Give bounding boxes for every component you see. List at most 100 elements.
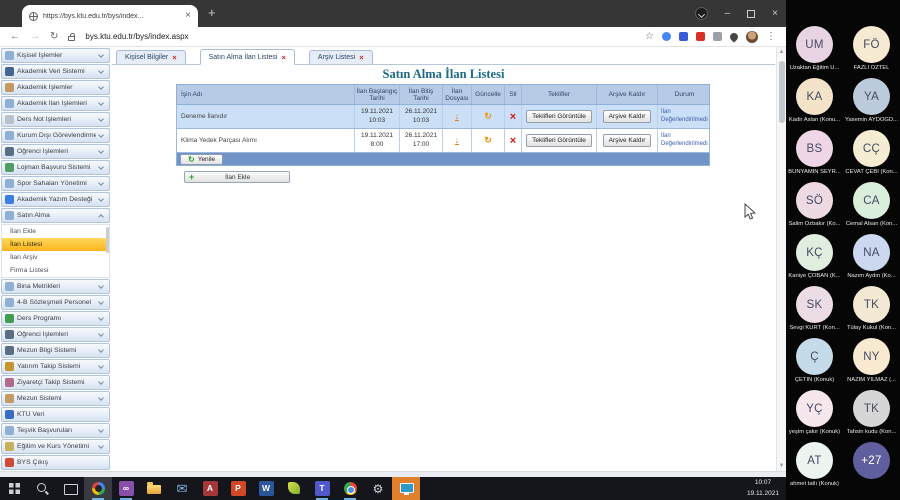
sidebar-submenu-item[interactable]: Firma Listesi — [2, 264, 109, 277]
participant-tile[interactable]: FÖ FAZLI ÖZTEL — [843, 26, 900, 78]
sidebar-menu-item[interactable]: Mezun Bilgi Sistemi — [1, 343, 110, 358]
start-button[interactable] — [0, 477, 28, 500]
sidebar-submenu-item[interactable]: İlan Arşiv — [2, 251, 109, 264]
sidebar-menu-item[interactable]: Teşvik Başvuruları — [1, 423, 110, 438]
tab-close-icon[interactable]: × — [172, 53, 176, 62]
delete-icon[interactable]: × — [510, 136, 516, 146]
sidebar-menu-item[interactable]: KTÜ Veri — [1, 407, 110, 422]
tab-close-icon[interactable]: × — [359, 53, 363, 62]
sidebar-menu-item[interactable]: Satın Alma — [1, 208, 110, 223]
extensions-pin-icon[interactable] — [728, 31, 739, 42]
minimize-button[interactable]: – — [725, 9, 731, 19]
browser-tab[interactable]: https://bys.ktu.edu.tr/bys/index... × — [22, 5, 198, 27]
refresh-button[interactable]: ↻ Yenile — [180, 154, 223, 165]
scrollbar-thumb[interactable] — [779, 61, 785, 123]
archive-button[interactable]: Arşive Kaldır — [603, 134, 652, 147]
visual-studio-icon[interactable]: ∞ — [112, 477, 140, 500]
sidebar-menu-item[interactable]: Öğrenci İşlemleri — [1, 144, 110, 159]
taskbar-clock[interactable]: 10:07 19.11.2021 — [747, 478, 779, 498]
sidebar-menu-item[interactable]: BYS Çıkış — [1, 455, 110, 470]
participant-tile[interactable]: AT ahmet tatlı (Konuk) — [786, 442, 843, 494]
sway-app-icon[interactable] — [280, 477, 308, 500]
content-tab[interactable]: Kişisel Bilgiler × — [116, 50, 186, 64]
extension-icon[interactable] — [662, 32, 671, 41]
sidebar-menu-item[interactable]: Akademik İlan İşlemleri — [1, 96, 110, 111]
bookmark-star-icon[interactable]: ☆ — [645, 31, 654, 42]
chrome-icon[interactable] — [336, 477, 364, 500]
tab-close-icon[interactable]: × — [185, 11, 191, 21]
download-icon[interactable]: ↓ — [455, 136, 460, 145]
sidebar-menu-item[interactable]: Spor Sahaları Yönetimi — [1, 176, 110, 191]
view-offers-button[interactable]: Teklifleri Görüntüle — [526, 134, 592, 147]
participant-tile[interactable]: CÇ CEVAT ÇEBİ (Kon... — [843, 130, 900, 182]
participant-tile[interactable]: BS BUNYAMİN SEYR... — [786, 130, 843, 182]
screen-share-app-icon[interactable] — [392, 477, 420, 500]
view-offers-button[interactable]: Teklifleri Görüntüle — [526, 110, 592, 123]
address-bar[interactable]: bys.ktu.edu.tr/bys/index.aspx — [85, 32, 188, 41]
sidebar-menu-item[interactable]: Bina Metrikleri — [1, 279, 110, 294]
reload-button[interactable]: ↻ — [50, 32, 58, 42]
access-app-icon[interactable]: A — [196, 477, 224, 500]
sidebar-menu-item[interactable]: Yatırım Takip Sistemi — [1, 359, 110, 374]
back-button[interactable]: ← — [10, 32, 20, 42]
tab-close-icon[interactable]: × — [281, 53, 285, 62]
scroll-up-arrow[interactable]: ▲ — [777, 47, 786, 57]
participant-tile[interactable]: NA Nazım Aydın (Ko... — [843, 234, 900, 286]
participant-tile[interactable]: SK Sevgi KURT (Kon... — [786, 286, 843, 338]
sidebar-menu-item[interactable]: Öğrenci İşlemleri — [1, 327, 110, 342]
sidebar-menu-item[interactable]: Kurum Dışı Görevlendirme — [1, 128, 110, 143]
task-view-icon[interactable] — [56, 477, 84, 500]
page-scrollbar[interactable]: ▲ ▼ — [776, 47, 786, 471]
settings-gear-icon[interactable]: ⚙ — [364, 477, 392, 500]
participant-tile[interactable]: YÇ yeşim çakır (Konuk) — [786, 390, 843, 442]
lock-icon[interactable] — [68, 36, 75, 41]
sidebar-menu-item[interactable]: Ders Not İşlemleri — [1, 112, 110, 127]
meeting-app-icon[interactable] — [84, 477, 112, 500]
forward-button[interactable]: → — [30, 32, 40, 42]
sidebar-menu-item[interactable]: Eğitim ve Kurs Yönetimi — [1, 439, 110, 454]
sidebar-menu-item[interactable]: 4-B Sözleşmeli Personel — [1, 295, 110, 310]
sidebar-submenu-item[interactable]: İlan Listesi — [2, 238, 109, 251]
profile-avatar[interactable] — [746, 31, 758, 43]
sidebar-submenu-item[interactable]: İlan Ekle — [2, 225, 109, 238]
participant-tile[interactable]: KA Kadir Aslan (Konu... — [786, 78, 843, 130]
extension-icon[interactable] — [679, 32, 688, 41]
participant-tile[interactable]: SÖ Salim Özbakır (Ko... — [786, 182, 843, 234]
sidebar-menu-item[interactable]: Mezun Sistemi — [1, 391, 110, 406]
media-controls-button[interactable] — [695, 7, 708, 20]
powerpoint-icon[interactable]: P — [224, 477, 252, 500]
update-icon[interactable]: ↻ — [484, 111, 492, 122]
sidebar-menu-item[interactable]: Kişisel İşlemler — [1, 48, 110, 63]
content-tab[interactable]: Satın Alma İlan Listesi × — [200, 49, 295, 65]
participant-tile[interactable]: KÇ Kaniye ÇOBAN (K... — [786, 234, 843, 286]
update-icon[interactable]: ↻ — [484, 135, 492, 146]
sidebar-menu-item[interactable]: Ziyaretçi Takip Sistemi — [1, 375, 110, 390]
file-explorer-icon[interactable] — [140, 477, 168, 500]
participant-tile[interactable]: Ç ÇETİN (Konuk) — [786, 338, 843, 390]
close-button[interactable]: × — [772, 9, 778, 19]
sidebar-menu-item[interactable]: Lojman Başvuru Sistemi — [1, 160, 110, 175]
maximize-button[interactable] — [747, 10, 755, 18]
participant-tile[interactable]: CA Cemal Alsan (Kon... — [843, 182, 900, 234]
participant-tile[interactable]: TK Tahsin kudu (Kon... — [843, 390, 900, 442]
pdf-extension-icon[interactable] — [696, 32, 705, 41]
add-announcement-button[interactable]: + İlan Ekle — [184, 171, 290, 183]
download-icon[interactable]: ↓ — [455, 112, 460, 121]
menu-kebab-icon[interactable]: ⋮ — [766, 31, 776, 42]
participant-tile[interactable]: +27 — [843, 442, 900, 494]
extension-icon[interactable] — [713, 32, 722, 41]
new-tab-button[interactable]: + — [208, 6, 216, 19]
participant-tile[interactable]: UM Uzaktan Eğitim U... — [786, 26, 843, 78]
participant-tile[interactable]: YA Yasemin AYDOĞD... — [843, 78, 900, 130]
archive-button[interactable]: Arşive Kaldır — [603, 110, 652, 123]
search-icon[interactable] — [28, 477, 56, 500]
sidebar-menu-item[interactable]: Ders Programı — [1, 311, 110, 326]
delete-icon[interactable]: × — [510, 112, 516, 122]
sidebar-menu-item[interactable]: Akademik Veri Sistemi — [1, 64, 110, 79]
word-icon[interactable]: W — [252, 477, 280, 500]
sidebar-menu-item[interactable]: Akademik Yazım Desteği — [1, 192, 110, 207]
sidebar-menu-item[interactable]: Akademik İşlemler — [1, 80, 110, 95]
content-tab[interactable]: Arşiv Listesi × — [309, 50, 373, 64]
teams-icon[interactable]: T — [308, 477, 336, 500]
participant-tile[interactable]: TK Tülay Kukul (Kon... — [843, 286, 900, 338]
